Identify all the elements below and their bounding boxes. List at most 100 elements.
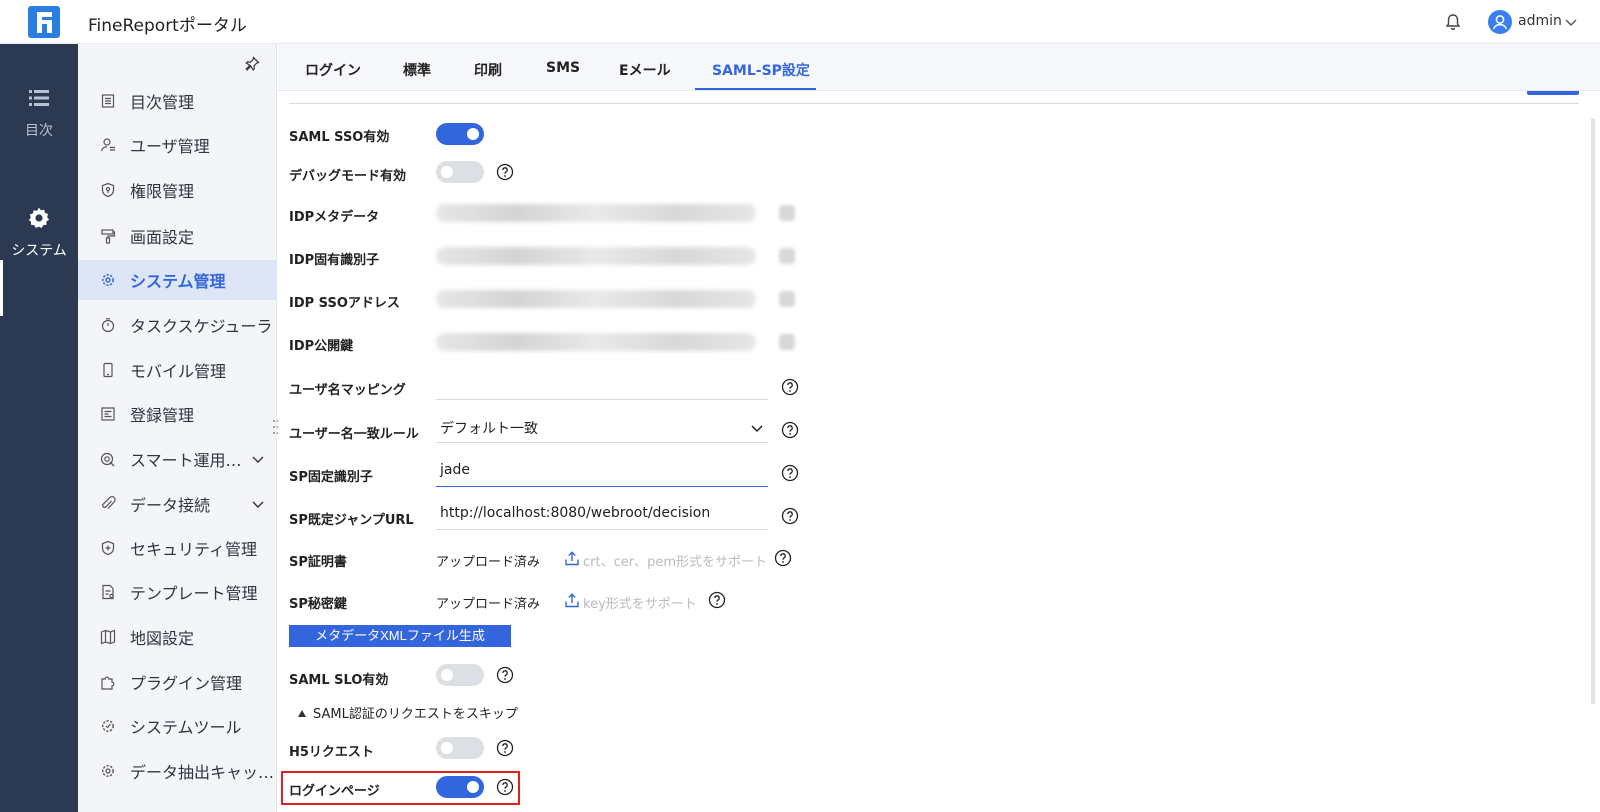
sidebar-item-label: 登録管理 [130, 406, 195, 425]
save-button-edge[interactable] [1527, 91, 1579, 95]
sidebar-item-permissions[interactable]: 権限管理 [78, 170, 277, 210]
sidebar-item-smart-ops[interactable]: スマート運用… [78, 439, 277, 479]
user-name[interactable]: admin [1518, 13, 1562, 29]
sidebar-item-data-connection[interactable]: データ接続 [78, 484, 277, 524]
idp-public-key-field[interactable] [436, 333, 756, 351]
help-icon[interactable] [781, 464, 799, 482]
collapse-triangle-icon [298, 710, 306, 717]
username-mapping-input[interactable] [436, 368, 768, 400]
sidebar-item-templates[interactable]: テンプレート管理 [78, 572, 277, 612]
tab-sms[interactable]: SMS [546, 60, 580, 76]
sidebar-item-registration[interactable]: 登録管理 [78, 394, 277, 434]
tab-saml-sp[interactable]: SAML-SP設定 [712, 60, 810, 80]
login-page-toggle[interactable] [436, 776, 484, 798]
smart-ops-icon [100, 452, 115, 467]
finereport-logo[interactable] [28, 6, 60, 38]
help-icon[interactable] [781, 507, 799, 525]
idp-sso-address-action[interactable] [779, 291, 795, 307]
sp-certificate-hint[interactable]: crt、cer、pem形式をサポート [583, 551, 767, 570]
sidebar-item-directory[interactable]: 目次管理 [78, 81, 277, 121]
username-match-rule-value: デフォルト一致 [440, 421, 538, 437]
tab-login[interactable]: ログイン [305, 60, 361, 80]
pin-icon[interactable] [244, 56, 260, 72]
list-icon [101, 94, 115, 108]
help-icon[interactable] [496, 666, 514, 684]
idp-entity-id-action[interactable] [779, 248, 795, 264]
sidebar: 目次管理 ユーザ管理 権限管理 画面設定 システム管理 タスクスケジューラ モバ… [78, 44, 277, 812]
list-icon [29, 90, 49, 106]
sidebar-item-data-extract-cache[interactable]: データ抽出キャッ… [78, 751, 277, 791]
sidebar-item-label: データ抽出キャッ… [130, 763, 275, 782]
tab-standard[interactable]: 標準 [403, 60, 431, 80]
sp-private-key-hint[interactable]: key形式をサポート [583, 593, 697, 612]
idp-metadata-label: IDPメタデータ [289, 210, 380, 225]
sidebar-item-label: 権限管理 [130, 182, 195, 201]
idp-public-key-label: IDP公開鍵 [289, 339, 354, 354]
sp-certificate-label: SP証明書 [289, 555, 347, 570]
sidebar-item-label: スマート運用… [130, 451, 242, 470]
sidebar-item-system-management[interactable]: システム管理 [78, 260, 277, 300]
app-title: FineReportポータル [88, 16, 247, 36]
username-mapping-label: ユーザ名マッピング [289, 383, 406, 398]
help-icon[interactable] [781, 421, 799, 439]
nav-item-label: 目次 [25, 123, 53, 139]
settings-tabs: ログイン 標準 印刷 SMS Eメール SAML-SP設定 [278, 44, 1600, 91]
chevron-down-icon [751, 425, 763, 433]
chevron-down-icon[interactable] [1564, 15, 1578, 29]
gear-icon [102, 765, 114, 777]
puzzle-icon [101, 676, 115, 690]
generate-metadata-xml-button[interactable]: メタデータXMLファイル生成 [289, 625, 511, 647]
nav-item-toc[interactable]: 目次 [0, 86, 78, 140]
h5-request-toggle[interactable] [436, 737, 484, 759]
help-icon[interactable] [708, 591, 726, 609]
active-tab-underline [695, 88, 816, 90]
idp-sso-address-field[interactable] [436, 290, 756, 308]
sidebar-item-appearance[interactable]: 画面設定 [78, 216, 277, 256]
saml-sso-toggle[interactable] [436, 123, 484, 145]
sidebar-item-system-tools[interactable]: システムツール [78, 706, 277, 746]
debug-mode-toggle[interactable] [436, 161, 484, 183]
help-icon[interactable] [496, 778, 514, 796]
idp-sso-address-label: IDP SSOアドレス [289, 296, 400, 311]
idp-entity-id-field[interactable] [436, 247, 756, 265]
upload-icon[interactable] [564, 592, 580, 608]
nav-item-system[interactable]: システム [0, 206, 78, 260]
saml-slo-toggle[interactable] [436, 664, 484, 686]
login-page-label: ログインページ [289, 784, 380, 799]
sidebar-item-plugins[interactable]: プラグイン管理 [78, 662, 277, 702]
tool-icon [102, 720, 114, 732]
top-bar: FineReportポータル admin [0, 0, 1600, 44]
tab-print[interactable]: 印刷 [474, 60, 502, 80]
username-match-rule-label: ユーザー名一致ルール [289, 427, 419, 442]
divider [289, 103, 1579, 104]
upload-icon[interactable] [564, 550, 580, 566]
sp-entity-id-input[interactable]: jade [436, 455, 768, 487]
help-icon[interactable] [496, 739, 514, 757]
chevron-down-icon [252, 456, 264, 463]
sidebar-item-security[interactable]: セキュリティ管理 [78, 528, 277, 568]
sidebar-item-label: システムツール [130, 718, 242, 737]
skip-saml-request-section-toggle[interactable]: SAML認証のリクエストをスキップ [298, 703, 518, 722]
sp-default-jump-url-input[interactable]: http://localhost:8080/webroot/decision [436, 498, 768, 530]
bell-icon[interactable] [1443, 12, 1463, 32]
help-icon[interactable] [781, 378, 799, 396]
scrollbar[interactable] [1591, 118, 1595, 704]
user-avatar[interactable] [1488, 10, 1512, 34]
sp-private-key-status: アップロード済み [436, 597, 541, 612]
idp-metadata-action[interactable] [779, 205, 795, 221]
help-icon[interactable] [496, 163, 514, 181]
sidebar-item-mobile[interactable]: モバイル管理 [78, 350, 277, 390]
idp-public-key-action[interactable] [779, 334, 795, 350]
debug-mode-label: デバッグモード有効 [289, 169, 407, 184]
sp-default-jump-url-label: SP既定ジャンプURL [289, 513, 414, 528]
sidebar-item-users[interactable]: ユーザ管理 [78, 125, 277, 165]
tab-email[interactable]: Eメール [619, 60, 671, 80]
help-icon[interactable] [774, 549, 792, 567]
sidebar-item-map[interactable]: 地図設定 [78, 617, 277, 657]
username-match-rule-select[interactable]: デフォルト一致 [436, 411, 768, 443]
template-icon [102, 584, 114, 600]
chevron-down-icon [252, 501, 264, 508]
sidebar-item-task-scheduler[interactable]: タスクスケジューラ [78, 305, 277, 345]
idp-metadata-field[interactable] [436, 204, 756, 222]
idp-entity-id-label: IDP固有識別子 [289, 253, 380, 268]
